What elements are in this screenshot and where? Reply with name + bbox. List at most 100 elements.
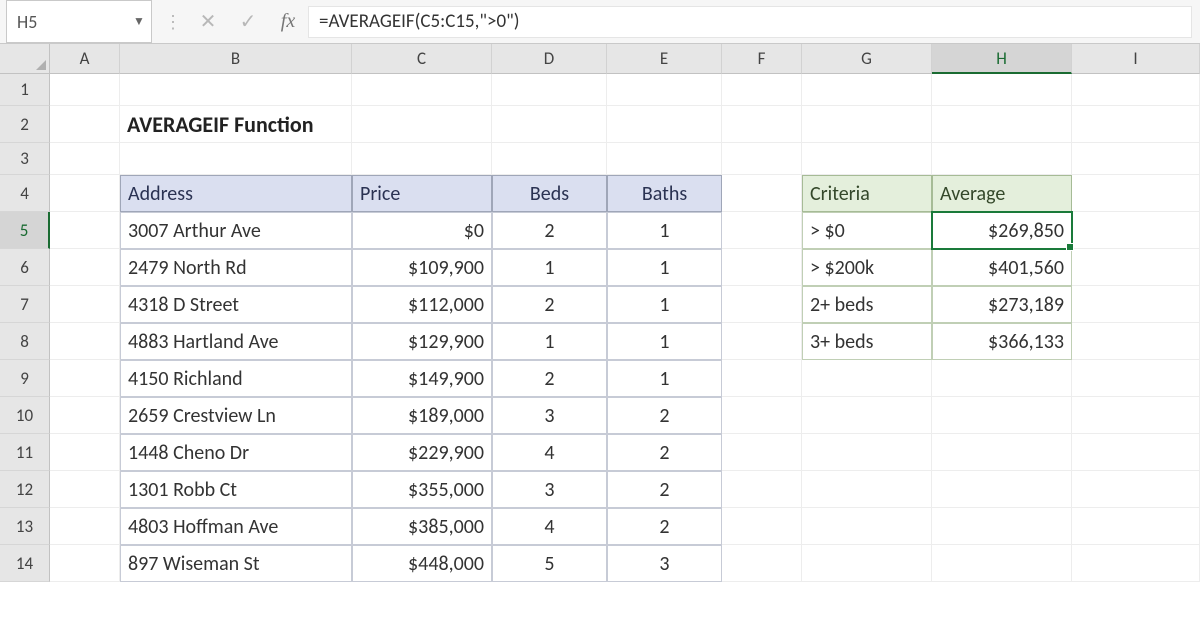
col-header-F[interactable]: F	[722, 44, 802, 74]
cell-F13[interactable]	[722, 508, 802, 545]
cell-H1[interactable]	[932, 74, 1072, 106]
cell-C4[interactable]: Price	[352, 175, 492, 212]
cell-G2[interactable]	[802, 106, 932, 143]
cell-I11[interactable]	[1072, 434, 1200, 471]
cell-G7[interactable]: 2+ beds	[802, 286, 932, 323]
row-header-12[interactable]: 12	[0, 471, 50, 508]
cell-B7[interactable]: 4318 D Street	[120, 286, 352, 323]
cell-H9[interactable]	[932, 360, 1072, 397]
row-header-2[interactable]: 2	[0, 106, 50, 143]
cell-I2[interactable]	[1072, 106, 1200, 143]
cell-I12[interactable]	[1072, 471, 1200, 508]
cell-C13[interactable]: $385,000	[352, 508, 492, 545]
cell-F11[interactable]	[722, 434, 802, 471]
cell-E7[interactable]: 1	[607, 286, 722, 323]
select-all-corner[interactable]	[0, 44, 50, 74]
cell-A12[interactable]	[50, 471, 120, 508]
cell-I13[interactable]	[1072, 508, 1200, 545]
cell-C12[interactable]: $355,000	[352, 471, 492, 508]
cell-D10[interactable]: 3	[492, 397, 607, 434]
row-header-6[interactable]: 6	[0, 249, 50, 286]
cell-E2[interactable]	[607, 106, 722, 143]
cell-D11[interactable]: 4	[492, 434, 607, 471]
cell-G5[interactable]: > $0	[802, 212, 932, 249]
col-header-B[interactable]: B	[120, 44, 352, 74]
cell-D5[interactable]: 2	[492, 212, 607, 249]
cell-F10[interactable]	[722, 397, 802, 434]
cell-B5[interactable]: 3007 Arthur Ave	[120, 212, 352, 249]
cell-E12[interactable]: 2	[607, 471, 722, 508]
cell-F1[interactable]	[722, 74, 802, 106]
name-box-dropdown-icon[interactable]: ▼	[127, 14, 151, 29]
cell-B13[interactable]: 4803 Hoffman Ave	[120, 508, 352, 545]
col-header-A[interactable]: A	[50, 44, 120, 74]
row-header-13[interactable]: 13	[0, 508, 50, 545]
row-header-10[interactable]: 10	[0, 397, 50, 434]
cell-H2[interactable]	[932, 106, 1072, 143]
row-header-7[interactable]: 7	[0, 286, 50, 323]
cell-A5[interactable]	[50, 212, 120, 249]
cell-E3[interactable]	[607, 143, 722, 175]
cell-D7[interactable]: 2	[492, 286, 607, 323]
cell-E6[interactable]: 1	[607, 249, 722, 286]
row-header-1[interactable]: 1	[0, 74, 50, 106]
row-header-11[interactable]: 11	[0, 434, 50, 471]
cell-I8[interactable]	[1072, 323, 1200, 360]
cell-I4[interactable]	[1072, 175, 1200, 212]
cell-D9[interactable]: 2	[492, 360, 607, 397]
cell-D1[interactable]	[492, 74, 607, 106]
cell-C7[interactable]: $112,000	[352, 286, 492, 323]
cell-E1[interactable]	[607, 74, 722, 106]
cell-B10[interactable]: 2659 Crestview Ln	[120, 397, 352, 434]
col-header-H[interactable]: H	[932, 44, 1072, 74]
cell-B4[interactable]: Address	[120, 175, 352, 212]
cell-D6[interactable]: 1	[492, 249, 607, 286]
cell-A1[interactable]	[50, 74, 120, 106]
cell-A3[interactable]	[50, 143, 120, 175]
cell-H13[interactable]	[932, 508, 1072, 545]
cell-D2[interactable]	[492, 106, 607, 143]
cell-H3[interactable]	[932, 143, 1072, 175]
row-header-9[interactable]: 9	[0, 360, 50, 397]
cell-H5[interactable]: $269,850	[932, 212, 1072, 249]
cell-G11[interactable]	[802, 434, 932, 471]
cell-G9[interactable]	[802, 360, 932, 397]
cell-C5[interactable]: $0	[352, 212, 492, 249]
cell-E9[interactable]: 1	[607, 360, 722, 397]
cell-E13[interactable]: 2	[607, 508, 722, 545]
cell-C14[interactable]: $448,000	[352, 545, 492, 582]
cell-H11[interactable]	[932, 434, 1072, 471]
cell-E11[interactable]: 2	[607, 434, 722, 471]
cell-F7[interactable]	[722, 286, 802, 323]
row-header-14[interactable]: 14	[0, 545, 50, 582]
cell-A2[interactable]	[50, 106, 120, 143]
cell-E10[interactable]: 2	[607, 397, 722, 434]
cell-A4[interactable]	[50, 175, 120, 212]
cell-G3[interactable]	[802, 143, 932, 175]
cell-A7[interactable]	[50, 286, 120, 323]
cell-E5[interactable]: 1	[607, 212, 722, 249]
cell-F14[interactable]	[722, 545, 802, 582]
cell-F9[interactable]	[722, 360, 802, 397]
cell-B6[interactable]: 2479 North Rd	[120, 249, 352, 286]
cell-B1[interactable]	[120, 74, 352, 106]
cell-C6[interactable]: $109,900	[352, 249, 492, 286]
cell-G12[interactable]	[802, 471, 932, 508]
cell-B2[interactable]: AVERAGEIF Function	[120, 106, 352, 143]
cell-I1[interactable]	[1072, 74, 1200, 106]
cell-D4[interactable]: Beds	[492, 175, 607, 212]
cell-B14[interactable]: 897 Wiseman St	[120, 545, 352, 582]
cell-H8[interactable]: $366,133	[932, 323, 1072, 360]
cell-C11[interactable]: $229,900	[352, 434, 492, 471]
cell-F3[interactable]	[722, 143, 802, 175]
cell-H7[interactable]: $273,189	[932, 286, 1072, 323]
cell-F12[interactable]	[722, 471, 802, 508]
cell-A8[interactable]	[50, 323, 120, 360]
formula-input[interactable]: =AVERAGEIF(C5:C15,">0")	[308, 6, 1192, 38]
cell-I9[interactable]	[1072, 360, 1200, 397]
cell-C1[interactable]	[352, 74, 492, 106]
fx-icon[interactable]: fx	[268, 10, 308, 33]
cell-C3[interactable]	[352, 143, 492, 175]
cell-I10[interactable]	[1072, 397, 1200, 434]
cell-D12[interactable]: 3	[492, 471, 607, 508]
